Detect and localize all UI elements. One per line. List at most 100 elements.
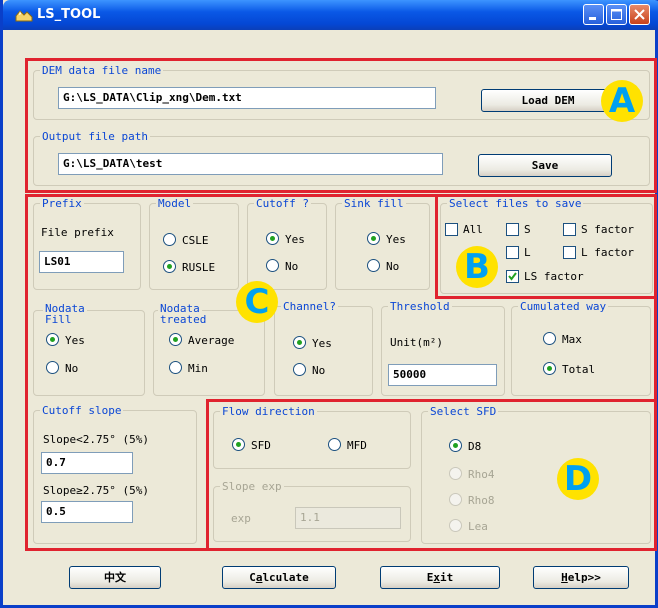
nodata-fill-legend-line2: Fill xyxy=(43,313,74,326)
title-bar[interactable]: LS_TOOL xyxy=(3,0,658,30)
calculate-button[interactable]: Calculate xyxy=(222,566,336,589)
calculate-label-pre: C xyxy=(249,571,256,584)
cumulated-total-label: Total xyxy=(562,363,596,376)
cumulated-max-label: Max xyxy=(562,333,582,346)
sfd-d8-radio[interactable] xyxy=(449,439,462,452)
slope-lt-input[interactable]: 0.7 xyxy=(41,452,133,474)
annotation-badge-c: C xyxy=(236,281,278,323)
l-checkbox[interactable] xyxy=(506,246,519,259)
nodata-fill-no-radio[interactable] xyxy=(46,361,59,374)
sfd-rho4-radio[interactable] xyxy=(449,467,462,480)
window-title: LS_TOOL xyxy=(37,7,101,22)
sfd-rho4-label: Rho4 xyxy=(468,468,495,481)
flow-mfd-radio[interactable] xyxy=(328,438,341,451)
slope-exp-label: exp xyxy=(231,512,251,525)
all-label: All xyxy=(463,223,483,236)
cumulated-max-radio[interactable] xyxy=(543,332,556,345)
model-csle-radio[interactable] xyxy=(163,233,176,246)
s-factor-checkbox[interactable] xyxy=(563,223,576,236)
slope-exp-input[interactable]: 1.1 xyxy=(295,507,401,529)
channel-no-radio[interactable] xyxy=(293,363,306,376)
model-legend: Model xyxy=(158,197,192,210)
nodata-fill-yes-label: Yes xyxy=(65,334,85,347)
load-dem-button[interactable]: Load DEM xyxy=(481,89,615,112)
dem-file-input[interactable]: G:\LS_DATA\Clip_xng\Dem.txt xyxy=(58,87,436,109)
model-rusle-radio[interactable] xyxy=(163,260,176,273)
calculate-label-post: lculate xyxy=(262,571,309,584)
maximize-icon xyxy=(611,9,622,20)
help-label-accel: H xyxy=(561,571,568,584)
select-sfd-legend: Select SFD xyxy=(430,405,497,418)
exit-label-accel: x xyxy=(433,571,440,584)
exit-button[interactable]: Exit xyxy=(380,566,500,589)
sfd-rho8-label: Rho8 xyxy=(468,494,495,507)
channel-legend: Channel? xyxy=(283,300,336,313)
l-factor-checkbox[interactable] xyxy=(563,246,576,259)
l-factor-label: L factor xyxy=(581,246,634,259)
slope-ge-input[interactable]: 0.5 xyxy=(41,501,133,523)
exit-label-post: it xyxy=(440,571,454,584)
sink-fill-group: Sink fill xyxy=(335,197,430,290)
sfd-lea-radio[interactable] xyxy=(449,519,462,532)
output-path-input[interactable]: G:\LS_DATA\test xyxy=(58,153,443,175)
sink-fill-no-radio[interactable] xyxy=(367,259,380,272)
ls-factor-checkbox[interactable] xyxy=(506,270,519,283)
chinese-language-button[interactable]: 中文 xyxy=(69,566,161,589)
select-files-legend: Select files to save xyxy=(449,197,582,210)
l-label: L xyxy=(524,246,531,259)
minimize-button[interactable] xyxy=(583,4,604,25)
minimize-icon xyxy=(589,17,596,20)
save-button[interactable]: Save xyxy=(478,154,612,177)
flow-direction-legend: Flow direction xyxy=(222,405,315,418)
cumulated-way-legend: Cumulated way xyxy=(520,300,607,313)
annotation-badge-a: A xyxy=(601,80,643,122)
cutoff-slope-legend: Cutoff slope xyxy=(42,404,122,417)
close-button[interactable] xyxy=(629,4,650,25)
prefix-legend: Prefix xyxy=(42,197,82,210)
sink-fill-no-label: No xyxy=(386,260,400,273)
cumulated-way-group: Cumulated way xyxy=(511,300,651,396)
flow-direction-group: Flow direction xyxy=(213,405,411,469)
maximize-button[interactable] xyxy=(606,4,627,25)
all-checkbox[interactable] xyxy=(445,223,458,236)
cutoff-no-label: No xyxy=(285,260,299,273)
s-checkbox[interactable] xyxy=(506,223,519,236)
dem-file-legend: DEM data file name xyxy=(42,64,162,77)
help-button[interactable]: Help>> xyxy=(533,566,629,589)
threshold-legend: Threshold xyxy=(390,300,450,313)
threshold-unit-label: Unit(m²) xyxy=(390,336,443,349)
cumulated-total-radio[interactable] xyxy=(543,362,556,375)
s-label: S xyxy=(524,223,531,236)
cutoff-yes-radio[interactable] xyxy=(266,232,279,245)
slope-exp-legend: Slope exp xyxy=(222,480,282,493)
channel-yes-label: Yes xyxy=(312,337,332,350)
file-prefix-label: File prefix xyxy=(41,226,114,239)
sfd-lea-label: Lea xyxy=(468,520,488,533)
nodata-fill-no-label: No xyxy=(65,362,79,375)
model-rusle-label: RUSLE xyxy=(182,261,216,274)
nodata-treated-average-label: Average xyxy=(188,334,235,347)
nodata-treated-average-radio[interactable] xyxy=(169,333,182,346)
s-factor-label: S factor xyxy=(581,223,634,236)
cutoff-no-radio[interactable] xyxy=(266,259,279,272)
file-prefix-input[interactable]: LS01 xyxy=(39,251,124,273)
channel-no-label: No xyxy=(312,364,326,377)
sfd-rho8-radio[interactable] xyxy=(449,493,462,506)
threshold-input[interactable]: 50000 xyxy=(388,364,497,386)
nodata-treated-min-radio[interactable] xyxy=(169,361,182,374)
flow-sfd-radio[interactable] xyxy=(232,438,245,451)
channel-yes-radio[interactable] xyxy=(293,336,306,349)
flow-sfd-label: SFD xyxy=(251,439,271,452)
close-icon xyxy=(634,9,645,20)
help-label-post: elp>> xyxy=(567,571,601,584)
nodata-treated-min-label: Min xyxy=(188,362,208,375)
cutoff-slope-group: Cutoff slope xyxy=(33,404,197,544)
cutoff-legend: Cutoff ? xyxy=(256,197,309,210)
sfd-d8-label: D8 xyxy=(468,440,482,453)
flow-mfd-label: MFD xyxy=(347,439,367,452)
sink-fill-yes-radio[interactable] xyxy=(367,232,380,245)
nodata-fill-yes-radio[interactable] xyxy=(46,333,59,346)
annotation-badge-d: D xyxy=(557,458,599,500)
sink-fill-legend: Sink fill xyxy=(344,197,404,210)
sink-fill-yes-label: Yes xyxy=(386,233,406,246)
